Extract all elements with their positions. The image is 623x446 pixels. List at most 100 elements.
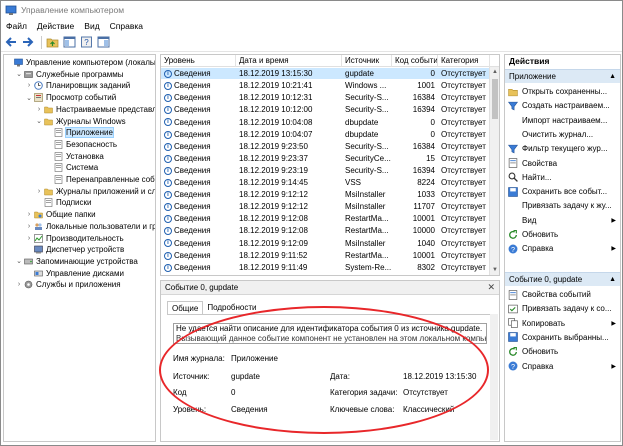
event-list-scrollbar[interactable]: ▲ ▼ xyxy=(489,67,499,275)
table-row[interactable]: i Сведения 18.12.2019 9:12:08 RestartMa... 1… xyxy=(161,225,490,236)
menu-view[interactable]: Вид xyxy=(79,21,104,31)
action-item[interactable]: Вид ▶ xyxy=(505,214,620,227)
column-source[interactable]: Источник xyxy=(342,55,392,67)
tree-item[interactable]: ⌄ Запоминающие устройства xyxy=(15,256,138,267)
tree-item[interactable]: › Локальные пользователи и гру xyxy=(25,221,155,232)
code-label: Код xyxy=(173,388,187,397)
action-item[interactable]: Копировать ▶ xyxy=(505,317,620,330)
action-item[interactable]: Сохранить все событ... xyxy=(505,185,620,198)
table-row[interactable]: i Сведения 18.12.2019 9:23:19 Security-S...… xyxy=(161,165,490,176)
action-item[interactable]: Открыть сохраненны... xyxy=(505,85,620,98)
expand-chevron-icon[interactable]: › xyxy=(25,223,33,230)
table-row[interactable]: i Сведения 18.12.2019 9:12:12 MsiInstaller 1… xyxy=(161,189,490,200)
menu-help[interactable]: Справка xyxy=(105,21,148,31)
tree-item[interactable]: › Общие папки xyxy=(25,209,96,220)
menu-action[interactable]: Действие xyxy=(32,21,79,31)
tree-item[interactable]: Управление компьютером (локальны xyxy=(5,57,155,68)
action-pane-button[interactable] xyxy=(96,35,110,49)
expand-chevron-icon[interactable]: › xyxy=(25,82,33,89)
action-item[interactable]: Обновить xyxy=(505,228,620,241)
tree-item[interactable]: Безопасность xyxy=(45,139,117,150)
tree-item[interactable]: Подписки xyxy=(35,197,91,208)
tab-details[interactable]: Подробности xyxy=(203,301,260,315)
table-row[interactable]: i Сведения 18.12.2019 10:12:31 Security-S..… xyxy=(161,92,490,103)
action-item[interactable]: Создать настраиваем... xyxy=(505,99,620,112)
table-row[interactable]: i Сведения 18.12.2019 9:23:50 Security-S...… xyxy=(161,141,490,152)
tree-item[interactable]: Установка xyxy=(45,151,104,162)
table-row[interactable]: i Сведения 18.12.2019 10:12:00 Security-S..… xyxy=(161,104,490,115)
action-item[interactable]: ? Справка ▶ xyxy=(505,360,620,373)
scroll-down-icon[interactable]: ▼ xyxy=(490,265,499,275)
expand-chevron-icon[interactable]: › xyxy=(25,211,33,218)
table-row[interactable]: i Сведения 18.12.2019 9:14:45 VSS 8224 Отсутс… xyxy=(161,177,490,188)
up-folder-button[interactable] xyxy=(45,35,59,49)
collapse-chevron-icon[interactable]: ⌄ xyxy=(35,117,43,125)
detail-scrollbar[interactable] xyxy=(490,314,498,440)
scroll-up-icon[interactable]: ▲ xyxy=(490,67,499,77)
source-label: Источник: xyxy=(173,372,210,381)
table-row[interactable]: i Сведения 18.12.2019 13:15:30 gupdate 0 Отсу… xyxy=(161,68,490,80)
tree-item[interactable]: › Планировщик заданий xyxy=(25,80,130,91)
collapse-caret-icon[interactable]: ▲ xyxy=(609,70,616,84)
column-category[interactable]: Категория xyxy=(438,55,490,67)
section-event[interactable]: Событие 0, gupdate ▲ xyxy=(505,272,620,286)
tree-item[interactable]: Управление дисками xyxy=(25,268,124,279)
help-toolbar-button[interactable]: ? xyxy=(79,35,93,49)
collapse-chevron-icon[interactable]: ⌄ xyxy=(15,70,23,78)
scroll-thumb[interactable] xyxy=(492,79,498,119)
table-row[interactable]: i Сведения 18.12.2019 10:04:08 dbupdate 0 Отс… xyxy=(161,116,490,127)
action-item[interactable]: Найти... xyxy=(505,171,620,184)
tree-item[interactable]: ⌄ Журналы Windows xyxy=(35,116,126,127)
event-description[interactable]: Не удается найти описание для идентифика… xyxy=(173,323,487,344)
action-item[interactable]: Свойства событий xyxy=(505,288,620,301)
table-row[interactable]: i Сведения 18.12.2019 10:21:41 Windows ... 1… xyxy=(161,80,490,91)
action-item[interactable]: Импорт настраиваем... xyxy=(505,114,620,127)
action-item[interactable]: Привязать задачу к жу... xyxy=(505,199,620,212)
expand-chevron-icon[interactable]: › xyxy=(25,235,33,242)
column-datetime[interactable]: Дата и время xyxy=(236,55,342,67)
collapse-caret-icon[interactable]: ▲ xyxy=(609,273,616,287)
action-item[interactable]: Сохранить выбранны... xyxy=(505,331,620,344)
section-application[interactable]: Приложение ▲ xyxy=(505,69,620,83)
tree-item[interactable]: › Службы и приложения xyxy=(15,279,121,290)
table-row[interactable]: i Сведения 18.12.2019 9:11:49 System-Re... 8… xyxy=(161,262,490,273)
table-row[interactable]: i Сведения 18.12.2019 9:12:09 MsiInstaller 1… xyxy=(161,237,490,248)
table-row[interactable]: i Сведения 18.12.2019 9:11:52 RestartMa... 1… xyxy=(161,250,490,261)
tree-item[interactable]: Система xyxy=(45,162,98,173)
action-item[interactable]: Свойства xyxy=(505,157,620,170)
action-item[interactable]: Очистить журнал... xyxy=(505,128,620,141)
table-row[interactable]: i Сведения 18.12.2019 9:12:12 MsiInstaller 1… xyxy=(161,201,490,212)
back-button[interactable] xyxy=(4,35,18,49)
cell-level-text: Сведения xyxy=(174,69,211,79)
action-item[interactable]: ? Справка ▶ xyxy=(505,242,620,255)
tree-item[interactable]: ⌄ Просмотр событий xyxy=(25,92,116,103)
action-item[interactable]: Фильтр текущего жур... xyxy=(505,142,620,155)
column-level[interactable]: Уровень xyxy=(161,55,236,67)
menu-file[interactable]: Файл xyxy=(1,21,32,31)
show-hide-tree-button[interactable] xyxy=(62,35,76,49)
tree-item[interactable]: › Производительность xyxy=(25,233,124,244)
action-item[interactable]: Привязать задачу к со... xyxy=(505,302,620,315)
action-item-label: Сохранить все событ... xyxy=(522,187,608,197)
tree-item[interactable]: › Журналы приложений и слу xyxy=(35,186,155,197)
tree-item[interactable]: ⌄ Служебные программы xyxy=(15,69,123,80)
tree-item[interactable]: Диспетчер устройств xyxy=(25,244,124,255)
close-icon[interactable]: ✕ xyxy=(487,282,495,293)
event-list[interactable]: Уровень Дата и время Источник Код событи… xyxy=(160,54,500,276)
expand-chevron-icon[interactable]: › xyxy=(35,188,43,195)
forward-button[interactable] xyxy=(21,35,35,49)
table-row[interactable]: i Сведения 18.12.2019 10:04:07 dbupdate 0 Отс… xyxy=(161,129,490,140)
column-event-id[interactable]: Код событи xyxy=(392,55,438,67)
tree-item[interactable]: Перенаправленные событ xyxy=(45,174,155,185)
table-row[interactable]: i Сведения 18.12.2019 9:12:08 RestartMa... 1… xyxy=(161,213,490,224)
table-row[interactable]: i Сведения 18.12.2019 9:23:37 SecurityCe...… xyxy=(161,153,490,164)
action-item[interactable]: Обновить xyxy=(505,345,620,358)
console-tree[interactable]: Управление компьютером (локальны ⌄ Служебн… xyxy=(3,54,156,442)
expand-chevron-icon[interactable]: › xyxy=(35,106,43,113)
collapse-chevron-icon[interactable]: ⌄ xyxy=(25,94,33,102)
expand-chevron-icon[interactable]: › xyxy=(15,281,23,288)
collapse-chevron-icon[interactable]: ⌄ xyxy=(15,257,23,265)
tree-item[interactable]: Приложение xyxy=(45,127,114,139)
tab-general[interactable]: Общие xyxy=(167,301,204,315)
tree-item[interactable]: › Настраиваемые представле xyxy=(35,104,155,115)
